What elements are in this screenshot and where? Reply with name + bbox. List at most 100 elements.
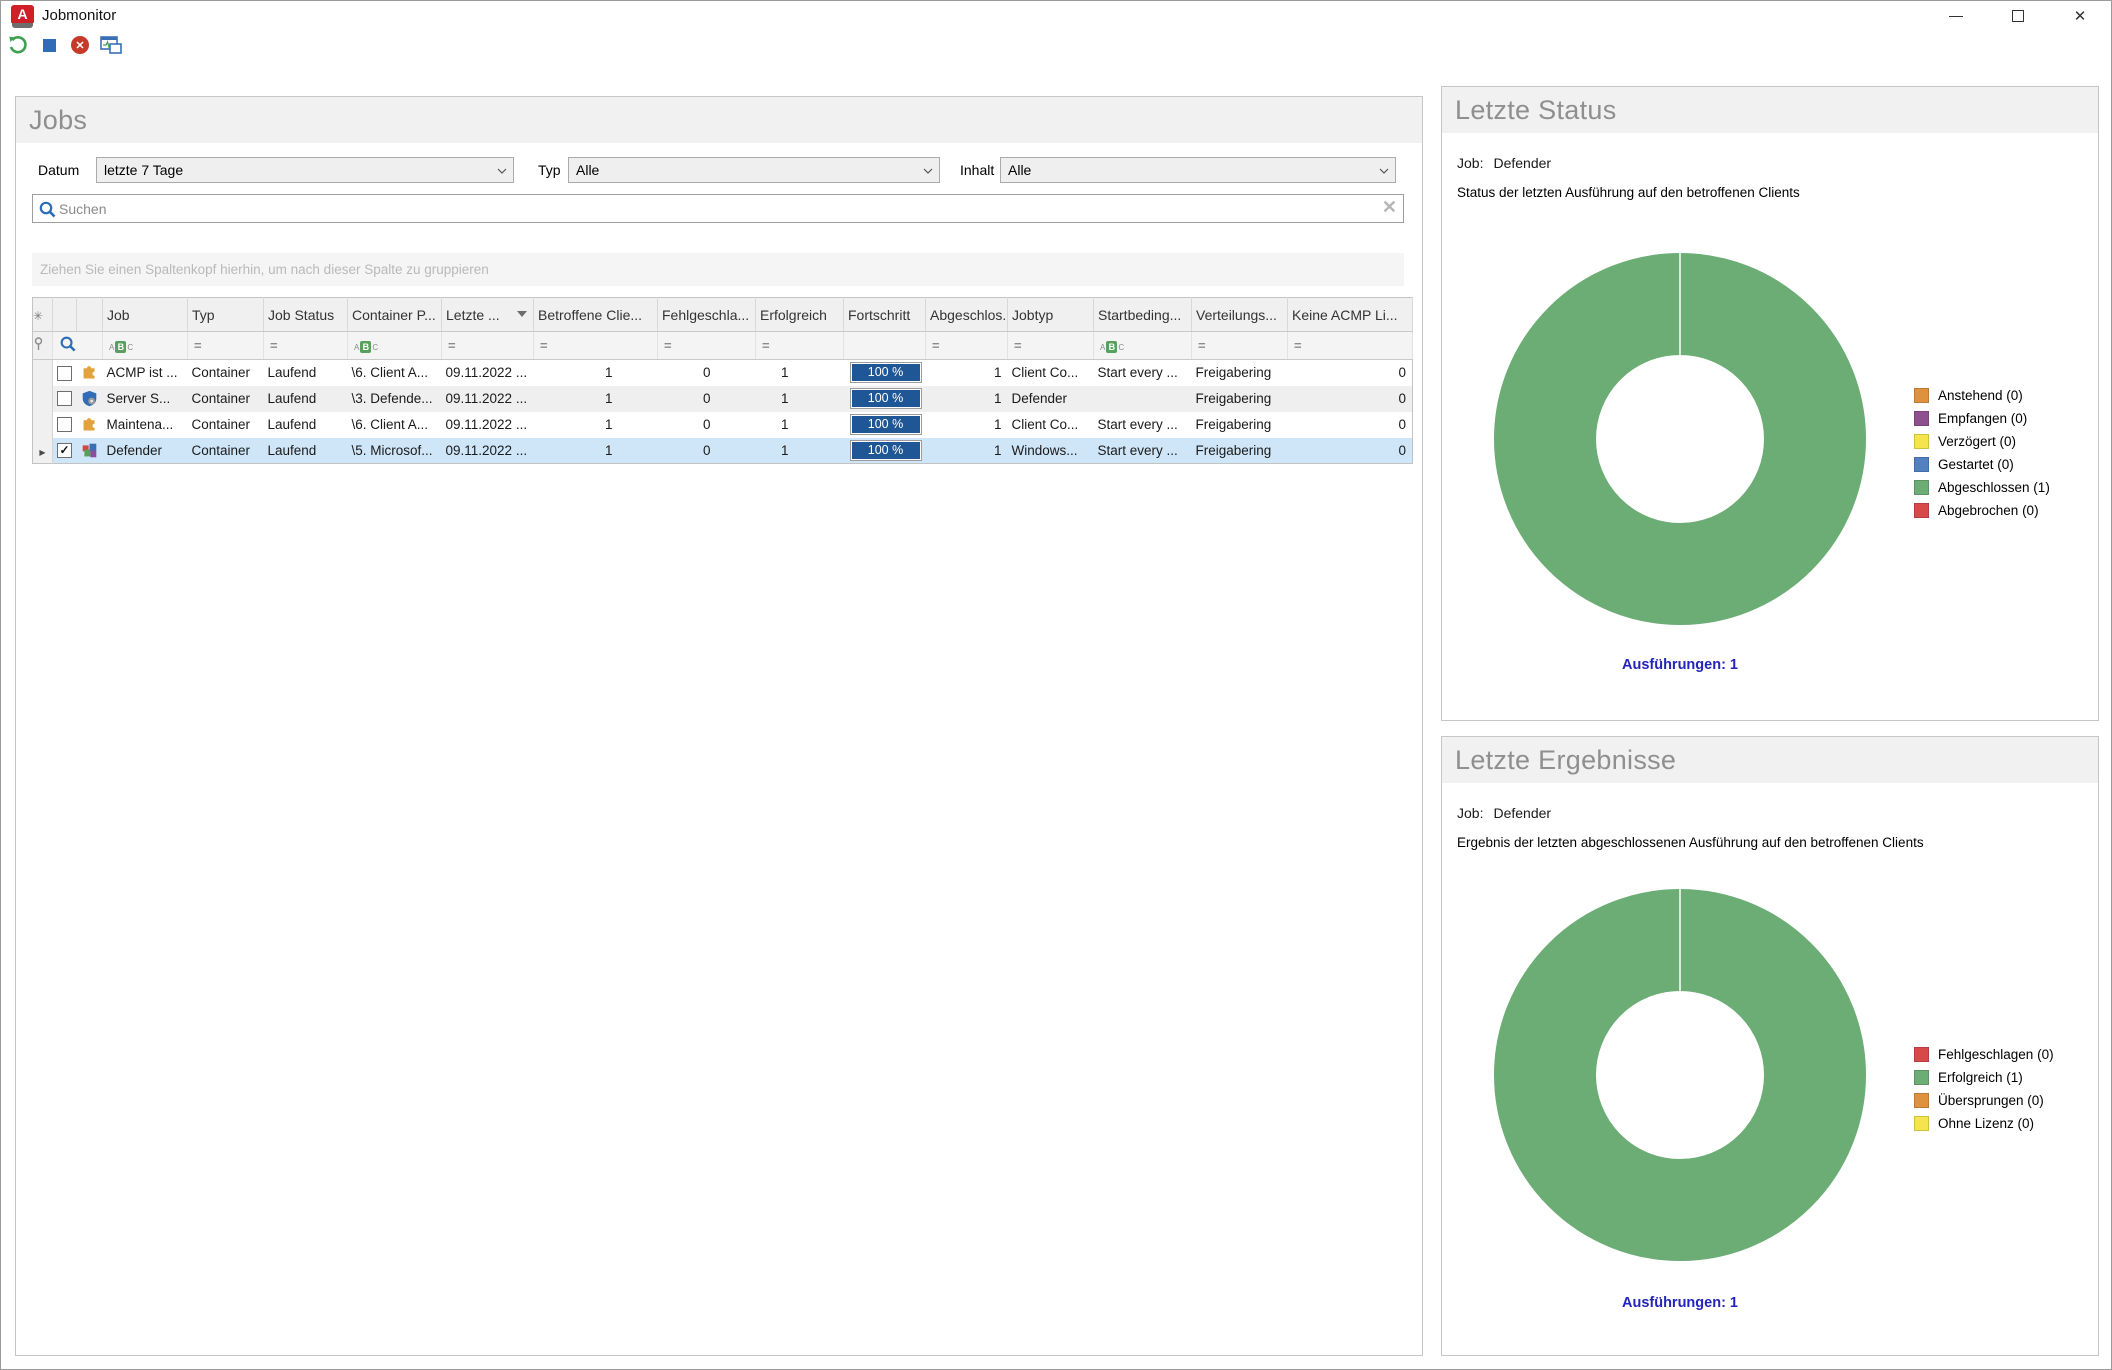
checkbox-column-header[interactable] [53, 298, 77, 332]
column-header-verteilung[interactable]: Verteilungs... [1192, 298, 1288, 332]
filter-job[interactable]: ABC [103, 332, 188, 360]
job-icon-cell [77, 438, 103, 464]
cell-fehlgeschlagen: 0 [658, 386, 756, 412]
datum-select[interactable]: letzte 7 Tage [96, 157, 514, 183]
filter-betroffene[interactable]: = [534, 332, 658, 360]
column-header-container[interactable]: Container P... [348, 298, 442, 332]
legend-swatch [1914, 503, 1929, 518]
equals-filter-icon: = [194, 338, 203, 353]
column-header-job-status[interactable]: Job Status [264, 298, 348, 332]
cell-verteilung: Freigabering [1192, 386, 1288, 412]
row-checkbox[interactable] [53, 412, 77, 438]
table-row-selected[interactable]: ▶ ✓ Defender Container Laufend \5. Micro… [33, 438, 1413, 464]
results-donut-chart [1492, 887, 1868, 1263]
results-job-value: Defender [1493, 805, 1551, 821]
filter-keine-lizenz[interactable]: = [1288, 332, 1413, 360]
equals-filter-icon: = [270, 338, 279, 353]
column-header-job[interactable]: Job [103, 298, 188, 332]
inhalt-label: Inhalt [960, 157, 994, 183]
filter-container[interactable]: ABC [348, 332, 442, 360]
cell-typ: Container [188, 360, 264, 386]
cell-status: Laufend [264, 386, 348, 412]
cell-status: Laufend [264, 438, 348, 464]
search-clear-icon[interactable]: ✕ [1382, 197, 1397, 218]
cell-fortschritt: 100 % [844, 412, 926, 438]
letzte-ergebnisse-panel: Letzte Ergebnisse Job:Defender Ergebnis … [1441, 736, 2099, 1356]
cell-erfolgreich: 1 [756, 360, 844, 386]
open-jobmonitor-button[interactable] [100, 34, 122, 56]
typ-label: Typ [538, 157, 561, 183]
filter-abgeschlossen[interactable]: = [926, 332, 1008, 360]
cell-betroffene: 1 [534, 360, 658, 386]
stop-button[interactable] [38, 34, 60, 56]
legend-item: Empfangen (0) [1914, 411, 2050, 426]
column-header-fortschritt[interactable]: Fortschritt [844, 298, 926, 332]
search-input[interactable] [59, 196, 1369, 221]
filter-startbedingung[interactable]: ABC [1094, 332, 1192, 360]
results-panel-title: Letzte Ergebnisse [1442, 737, 2098, 783]
column-header-abgeschlossen[interactable]: Abgeschlos... [926, 298, 1008, 332]
filter-fortschritt[interactable] [844, 332, 926, 360]
row-checkbox[interactable] [53, 386, 77, 412]
titlebar: A Jobmonitor ✕ [1, 1, 2111, 31]
equals-filter-icon: = [1014, 338, 1023, 353]
equals-filter-icon: = [762, 338, 771, 353]
cancel-button[interactable]: ✕ [69, 34, 91, 56]
column-header-typ[interactable]: Typ [188, 298, 264, 332]
row-indicator [33, 360, 53, 386]
column-header-erfolgreich[interactable]: Erfolgreich [756, 298, 844, 332]
filter-typ[interactable]: = [188, 332, 264, 360]
equals-filter-icon: = [1294, 338, 1303, 353]
inhalt-select[interactable]: Alle [1000, 157, 1396, 183]
legend-item: Verzögert (0) [1914, 434, 2050, 449]
job-icon-cell [77, 412, 103, 438]
filter-job-status[interactable]: = [264, 332, 348, 360]
cell-job: Defender [103, 438, 188, 464]
column-header-keine-lizenz[interactable]: Keine ACMP Li... [1288, 298, 1413, 332]
cell-abgeschlossen: 1 [926, 412, 1008, 438]
filter-fehlgeschlagen[interactable]: = [658, 332, 756, 360]
datum-label: Datum [38, 157, 79, 183]
filter-letzte[interactable]: = [442, 332, 534, 360]
column-header-letzte[interactable]: Letzte ... [442, 298, 534, 332]
status-ausfuehrungen-link[interactable]: Ausführungen: 1 [1492, 657, 1868, 673]
maximize-button[interactable] [1987, 1, 2049, 31]
row-indicator [33, 386, 53, 412]
column-header-betroffene[interactable]: Betroffene Clie... [534, 298, 658, 332]
row-checkbox[interactable]: ✓ [53, 438, 77, 464]
progress-bar: 100 % [850, 362, 922, 383]
cell-letzte: 09.11.2022 ... [442, 386, 534, 412]
cell-status: Laufend [264, 412, 348, 438]
filter-search-cell[interactable] [53, 332, 103, 360]
select-all-header[interactable]: ✳ [33, 298, 53, 332]
legend-swatch [1914, 1070, 1929, 1085]
filter-erfolgreich[interactable]: = [756, 332, 844, 360]
abc-filter-icon: ABC [1100, 341, 1124, 353]
typ-select[interactable]: Alle [568, 157, 940, 183]
cell-betroffene: 1 [534, 412, 658, 438]
shield-gear-icon [81, 390, 98, 407]
cell-fortschritt: 100 % [844, 438, 926, 464]
column-header-jobtyp[interactable]: Jobtyp [1008, 298, 1094, 332]
refresh-button[interactable] [7, 34, 29, 56]
table-row[interactable]: Server S... Container Laufend \3. Defend… [33, 386, 1413, 412]
stop-icon [43, 39, 56, 52]
table-row[interactable]: ACMP ist ... Container Laufend \6. Clien… [33, 360, 1413, 386]
filter-pin-cell[interactable] [33, 332, 53, 360]
column-header-startbedingung[interactable]: Startbeding... [1094, 298, 1192, 332]
table-row[interactable]: Maintena... Container Laufend \6. Client… [33, 412, 1413, 438]
icon-column-header[interactable] [77, 298, 103, 332]
cell-abgeschlossen: 1 [926, 438, 1008, 464]
jobmonitor-window: A Jobmonitor ✕ ✕ [0, 0, 2112, 1370]
table-filter-row: ABC = = ABC = = = = = = ABC = = [33, 332, 1413, 360]
minimize-button[interactable] [1925, 1, 1987, 31]
equals-filter-icon: = [664, 338, 673, 353]
legend-swatch [1914, 1047, 1929, 1062]
close-button[interactable]: ✕ [2049, 1, 2111, 31]
filter-jobtyp[interactable]: = [1008, 332, 1094, 360]
results-ausfuehrungen-link[interactable]: Ausführungen: 1 [1492, 1295, 1868, 1311]
row-indicator: ▶ [33, 438, 53, 464]
row-checkbox[interactable] [53, 360, 77, 386]
filter-verteilung[interactable]: = [1192, 332, 1288, 360]
column-header-fehlgeschlagen[interactable]: Fehlgeschla... [658, 298, 756, 332]
